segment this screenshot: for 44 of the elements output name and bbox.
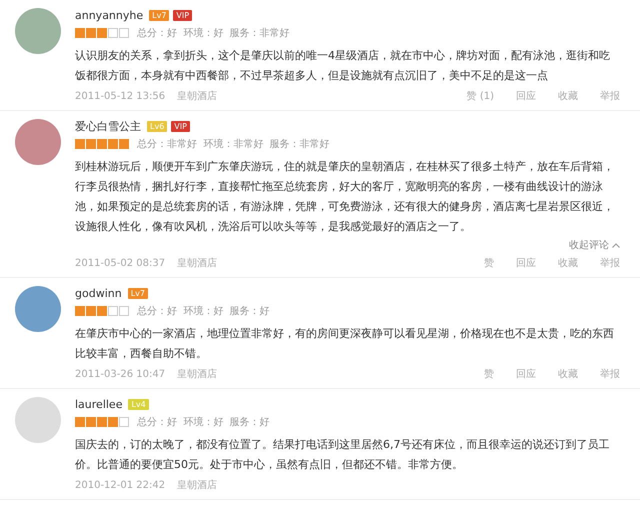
collapse-link[interactable]: 收起评论: [569, 237, 620, 253]
avatar-placeholder: [15, 397, 61, 443]
action-link[interactable]: 赞: [484, 256, 494, 270]
review-date: 2011-03-26 10:47: [75, 368, 166, 380]
hotel-link[interactable]: 皇朝酒店: [177, 89, 218, 103]
rating-summary: 总分：好 环境：好 服务：好: [137, 304, 270, 318]
action-link[interactable]: 赞 (1): [466, 89, 494, 103]
level-badge: Lv6: [147, 120, 168, 132]
action-link[interactable]: 收藏: [558, 256, 578, 270]
level-badge: Lv7: [149, 10, 170, 20]
review-date: 2011-05-02 08:37: [75, 258, 166, 268]
username[interactable]: godwinn: [75, 286, 122, 300]
rating-summary: 总分：好 环境：好 服务：好: [137, 416, 270, 429]
review-text: 在肇庆市中心的一家酒店，地理位置非常好，有的房间更深夜静可以看见星湖，价格现在也不是太贵，吃的东西比较丰富，西餐自助不错。: [75, 326, 615, 362]
review-text: 国庆去的，订的太晚了，都没有位置了。结果打电话到这里居然6,7号还有床位，而且很幸运的说还订到了员工价。比普通的要便宜50元。处于市中心，虽然有点旧，但都还不错。非常方便。: [75, 437, 610, 473]
hotel-link[interactable]: 皇朝酒店: [177, 256, 218, 270]
username[interactable]: laurellee: [75, 398, 122, 410]
username[interactable]: 爱心白雪公主: [75, 118, 141, 134]
level-badge: Lv4: [128, 398, 149, 410]
review-text: 认识朋友的关系，拿到折头，这个是肇庆以前的唯一4星级酒店，就在市中心，牌坊对面，配有泳池，逛街和吃饭都很方面，本身就有中西餐部，不过早茶超多人，但是设施就有点沉旧了，美中不足的是这一点: [75, 48, 611, 84]
action-link[interactable]: 收藏: [558, 89, 578, 103]
review-text: 到桂林游玩后，顺便开车到广东肇庆游玩，住的就是肇庆的皇朝酒店，在桂林买了很多土特产，放在车后背箱，行李员很热情，捆扎好行李，直接帮忙拖至总统套房，好大的客厅，宽敞明亮的客房，一楼有曲线设计的游泳池，如果预定的是总统套房的话，有游泳牌，凭牌，可免费游泳，还有很大的健身房，酒店离七星岩景区很近，设施很人性化，像有吹风机，洗浴后可以吹头等等，是我感觉最好的酒店之一了。: [75, 159, 615, 235]
action-link[interactable]: 举报: [600, 256, 620, 270]
hotel-link[interactable]: 皇朝酒店: [177, 478, 218, 492]
action-link[interactable]: 收藏: [558, 367, 578, 381]
rating-summary: 总分：好 环境：好 服务：非常好: [137, 26, 290, 40]
action-link[interactable]: 回应: [516, 256, 536, 270]
username[interactable]: annyannyhe: [75, 8, 144, 22]
action-link[interactable]: 回应: [516, 89, 536, 103]
chevron-up-icon: [612, 242, 620, 248]
action-link[interactable]: 举报: [600, 89, 620, 103]
vip-badge: VIP: [171, 120, 190, 132]
rating-summary: 总分：非常好 环境：非常好 服务：非常好: [137, 138, 330, 151]
hotel-link[interactable]: 皇朝酒店: [177, 367, 218, 381]
review-date: 2011-05-12 13:56: [75, 90, 166, 102]
vip-badge: VIP: [173, 10, 192, 20]
action-link[interactable]: 回应: [516, 367, 536, 381]
action-link[interactable]: 举报: [600, 367, 620, 381]
level-badge: Lv7: [128, 288, 148, 298]
avatar-placeholder: [15, 286, 61, 332]
avatar-placeholder: [15, 119, 61, 165]
review-date: 2010-12-01 22:42: [75, 480, 166, 490]
action-link[interactable]: 赞: [484, 367, 494, 381]
avatar-placeholder: [15, 8, 61, 54]
